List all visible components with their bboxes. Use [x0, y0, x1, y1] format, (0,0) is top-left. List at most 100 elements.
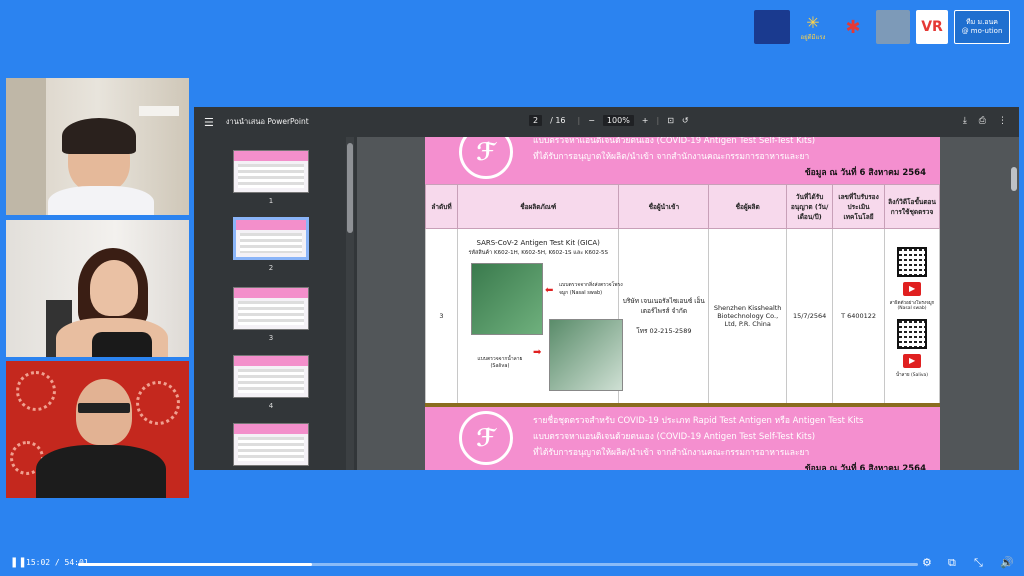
- motion-logo-line2: @ mo-ution: [961, 27, 1003, 35]
- video-player-controls: ❚❚ 15:02 / 54:01 ⚙ ⧉ ⤡ 🔊: [0, 552, 1024, 576]
- thumbnail-page-2[interactable]: 2: [231, 217, 311, 272]
- org-logo-3: ✱: [845, 16, 861, 38]
- col-header-certificate: เลขที่ใบรับรองประเมินเทคโนโลยี: [832, 184, 886, 229]
- slide-header-banner-2: ℱ รายชื่อชุดตรวจสำหรับ COVID-19 ประเภท R…: [425, 407, 940, 470]
- header-date: ข้อมูล ณ วันที่ 6 สิงหาคม 2564: [804, 168, 926, 178]
- arrow-icon: ➡: [532, 347, 542, 358]
- page-scrollbar[interactable]: [1009, 137, 1019, 470]
- header-line-2: ที่ได้รับการอนุญาตให้ผลิต/นำเข้า จากสำนั…: [533, 152, 810, 162]
- qr-code[interactable]: [897, 318, 928, 349]
- col-header-importer: ชื่อผู้นำเข้า: [618, 184, 710, 229]
- motion-logo-line1: ทีม ม.อนค: [966, 18, 998, 26]
- cell-date: 15/7/2564: [786, 228, 834, 404]
- picture-in-picture-icon[interactable]: ⧉: [948, 556, 956, 570]
- org-logo-2-text: อยู่ดีมีแรง: [800, 33, 826, 41]
- participant-video-2[interactable]: [6, 220, 189, 357]
- col-header-approval-date: วันที่ได้รับอนุญาต (วัน/เดือน/ปี): [786, 184, 834, 229]
- thumbnail-image: [233, 355, 309, 398]
- importer-name: บริษัท เจนเนอรัลไซเอนซ์ เอ็นเตอร์ไพรส์ จ…: [622, 297, 705, 315]
- page-number-input[interactable]: 2: [529, 115, 543, 126]
- more-options-icon[interactable]: ⋮: [998, 116, 1007, 126]
- page-scroll-thumb[interactable]: [1011, 167, 1017, 191]
- col-header-manufacturer: ชื่อผู้ผลิต: [708, 184, 788, 229]
- settings-icon[interactable]: ⚙: [922, 556, 932, 569]
- pdf-toolbar: ☰ งานนำเสนอ PowerPoint 2 / 16 | − 100% +…: [194, 107, 1019, 137]
- download-icon[interactable]: ⤓: [963, 116, 967, 126]
- pdf-page: ℱ แบบตรวจหาแอนติเจนด้วยตนเอง (COVID-19 A…: [425, 137, 940, 470]
- header2-line-0: รายชื่อชุดตรวจสำหรับ COVID-19 ประเภท Rap…: [533, 416, 864, 426]
- header2-line-2: ที่ได้รับการอนุญาตให้ผลิต/นำเข้า จากสำนั…: [533, 448, 810, 458]
- participant-video-1[interactable]: [6, 78, 189, 215]
- sidebar-scrollbar[interactable]: [346, 137, 354, 470]
- thumbnail-page-4[interactable]: 4: [231, 355, 311, 410]
- qr-code[interactable]: [897, 246, 928, 277]
- fullscreen-icon[interactable]: ⤡: [974, 556, 983, 570]
- thumbnail-image: [233, 423, 309, 466]
- menu-icon[interactable]: ☰: [204, 116, 214, 129]
- separator: |: [577, 116, 581, 125]
- fda-logo: ℱ: [459, 137, 513, 179]
- sidebar-scroll-thumb[interactable]: [347, 143, 353, 233]
- header2-date: ข้อมูล ณ วันที่ 6 สิงหาคม 2564: [804, 464, 926, 470]
- seek-bar-progress: [78, 563, 312, 566]
- product-title: SARS-CoV-2 Antigen Test Kit (GICA): [476, 239, 600, 247]
- pdf-viewer[interactable]: ☰ งานนำเสนอ PowerPoint 2 / 16 | − 100% +…: [194, 107, 1019, 470]
- rotate-icon[interactable]: ↺: [682, 116, 689, 125]
- page-total: / 16: [550, 116, 566, 125]
- thumbnail-number: 3: [268, 334, 274, 342]
- zoom-in-button[interactable]: +: [642, 116, 649, 125]
- thumbnail-image: [233, 287, 309, 330]
- kit-table: ลำดับที่ ชื่อผลิตภัณฑ์ ชื่อผู้นำเข้า ชื่…: [425, 184, 940, 404]
- zoom-out-button[interactable]: −: [588, 116, 595, 125]
- fit-page-icon[interactable]: ⊡: [667, 116, 674, 125]
- product-images: ⬅ แบบตรวจจากสิ่งส่งตรวจโพรงจมูก (Nasal s…: [461, 263, 623, 393]
- document-title: งานนำเสนอ PowerPoint: [225, 117, 309, 126]
- product-code: รหัสสินค้า K602-1H, K602-5H, K602-1S และ…: [468, 250, 608, 256]
- saliva-kit-photo: [548, 319, 623, 391]
- seek-bar[interactable]: [78, 563, 918, 566]
- cell-manufacturer: Shenzhen Kisshealth Biotechnology Co., L…: [708, 228, 788, 404]
- volume-icon[interactable]: 🔊: [1000, 556, 1014, 569]
- thumbnail-image: [233, 150, 309, 193]
- cell-no: 3: [425, 228, 458, 404]
- thumbnail-page-1[interactable]: 1: [231, 150, 311, 205]
- thumbnail-page-5[interactable]: [231, 423, 311, 466]
- table-row: 3 SARS-CoV-2 Antigen Test Kit (GICA) รหั…: [425, 228, 940, 404]
- header-line-1: แบบตรวจหาแอนติเจนด้วยตนเอง (COVID-19 Ant…: [533, 137, 816, 146]
- cell-video: ▶ สาธิตตัวอย่างโพรงจมูก (Nasal swab) ▶ น…: [884, 228, 940, 404]
- thumbnail-image: [233, 217, 309, 260]
- cell-importer: บริษัท เจนเนอรัลไซเอนซ์ เอ็นเตอร์ไพรส์ จ…: [618, 228, 710, 404]
- nasal-label: แบบตรวจจากสิ่งส่งตรวจโพรงจมูก (Nasal swa…: [558, 282, 623, 296]
- cell-certificate: T 6400122: [832, 228, 886, 404]
- table-header-row: ลำดับที่ ชื่อผลิตภัณฑ์ ชื่อผู้นำเข้า ชื่…: [425, 184, 940, 229]
- header2-line-1: แบบตรวจหาแอนติเจนด้วยตนเอง (COVID-19 Ant…: [533, 432, 816, 442]
- saliva-label: แบบตรวจจากน้ำลาย (Saliva): [477, 356, 523, 369]
- col-header-no: ลำดับที่: [425, 184, 458, 229]
- video-nasal-label: สาธิตตัวอย่างโพรงจมูก (Nasal swab): [889, 300, 935, 311]
- thumbnail-sidebar: 1 2 3 4: [194, 137, 357, 470]
- participant-video-3[interactable]: [6, 361, 189, 498]
- org-logo-1: [754, 10, 790, 44]
- separator: |: [656, 116, 660, 125]
- motion-logo: ทีม ม.อนค @ mo-ution: [954, 10, 1010, 44]
- importer-tel: โทร 02-215-2589: [636, 327, 692, 335]
- youtube-icon[interactable]: ▶: [903, 353, 922, 368]
- thumbnail-number: 2: [268, 264, 274, 272]
- col-header-product: ชื่อผลิตภัณฑ์: [456, 184, 620, 229]
- youtube-icon[interactable]: ▶: [903, 281, 922, 296]
- zoom-input[interactable]: 100%: [602, 115, 634, 126]
- pause-icon[interactable]: ❚❚: [10, 557, 27, 568]
- nasal-kit-photo: [470, 263, 543, 335]
- fda-logo: ℱ: [459, 411, 513, 465]
- thumbnail-number: 4: [268, 402, 274, 410]
- col-header-video: ลิงก์วิดีโอขั้นตอนการใช้ชุดตรวจ: [884, 184, 940, 229]
- thumbnail-page-3[interactable]: 3: [231, 287, 311, 342]
- org-logo-4: [876, 10, 910, 44]
- sponsor-logos: ✳ อยู่ดีมีแรง ✱ VR ทีม ม.อนค @ mo-ution: [754, 10, 1010, 44]
- thumbnail-number: 1: [268, 197, 274, 205]
- slide-header-banner: ℱ แบบตรวจหาแอนติเจนด้วยตนเอง (COVID-19 A…: [425, 137, 940, 184]
- video-saliva-label: น้ำลาย (Saliva): [896, 372, 929, 378]
- cell-product: SARS-CoV-2 Antigen Test Kit (GICA) รหัสส…: [456, 228, 623, 404]
- org-logo-2: ✳ อยู่ดีมีแรง: [800, 12, 826, 41]
- print-icon[interactable]: ⎙: [979, 116, 986, 126]
